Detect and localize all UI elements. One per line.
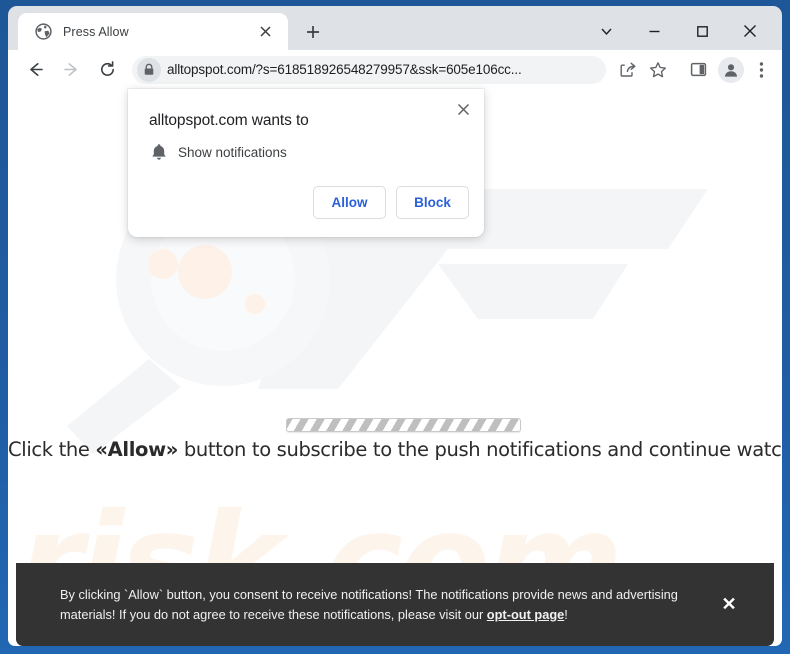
dialog-close-icon[interactable] <box>450 96 476 122</box>
block-button[interactable]: Block <box>396 186 469 219</box>
browser-toolbar: alltopspot.com/?s=618518926548279957&ssk… <box>8 50 782 89</box>
bookmark-star-icon[interactable] <box>644 56 672 84</box>
minimize-button[interactable] <box>630 12 678 50</box>
dialog-actions: Allow Block <box>313 186 469 219</box>
browser-window: Press Allow alltopspot.com/?s=6185189265… <box>0 0 790 654</box>
address-bar[interactable]: alltopspot.com/?s=618518926548279957&ssk… <box>132 55 606 84</box>
tab-search-chevron-down-icon[interactable] <box>582 12 630 50</box>
maximize-button[interactable] <box>678 12 726 50</box>
globe-icon <box>35 23 52 40</box>
consent-text-part1: By clicking `Allow` button, you consent … <box>60 586 678 622</box>
loading-progress-bar <box>286 418 521 432</box>
reload-button[interactable] <box>93 56 121 84</box>
headline-suffix: button to subscribe to the push notifica… <box>178 438 782 461</box>
consent-banner: By clicking `Allow` button, you consent … <box>16 563 774 646</box>
side-panel-icon[interactable] <box>684 56 712 84</box>
permission-label: Show notifications <box>178 144 287 160</box>
consent-banner-text: By clicking `Allow` button, you consent … <box>60 585 694 625</box>
browser-tab-press-allow[interactable]: Press Allow <box>18 13 288 50</box>
bell-icon <box>149 142 169 162</box>
forward-button <box>57 56 85 84</box>
banner-close-icon[interactable]: ✕ <box>708 584 750 626</box>
url-text[interactable]: alltopspot.com/?s=618518926548279957&ssk… <box>167 62 606 77</box>
new-tab-button[interactable] <box>300 19 326 45</box>
allow-button[interactable]: Allow <box>313 186 386 219</box>
avatar-icon[interactable] <box>718 56 744 83</box>
notification-permission-dialog: alltopspot.com wants to Show notificatio… <box>128 89 484 237</box>
window-controls <box>582 12 774 50</box>
headline-prefix: Click the <box>8 438 96 461</box>
close-window-button[interactable] <box>726 12 774 50</box>
headline-emphasis: «Allow» <box>95 438 178 461</box>
opt-out-page-link[interactable]: opt-out page <box>487 607 564 622</box>
dialog-title: alltopspot.com wants to <box>149 112 309 129</box>
tab-strip: Press Allow <box>8 6 782 50</box>
permission-row: Show notifications <box>149 142 287 162</box>
lock-icon[interactable] <box>137 57 161 82</box>
three-dot-menu-icon[interactable] <box>748 56 774 84</box>
back-button[interactable] <box>21 56 49 84</box>
page-headline: Click the «Allow» button to subscribe to… <box>8 438 782 461</box>
share-icon[interactable] <box>614 56 642 84</box>
tab-title: Press Allow <box>63 24 129 39</box>
consent-text-part2: ! <box>564 606 568 622</box>
close-icon[interactable] <box>254 21 276 43</box>
